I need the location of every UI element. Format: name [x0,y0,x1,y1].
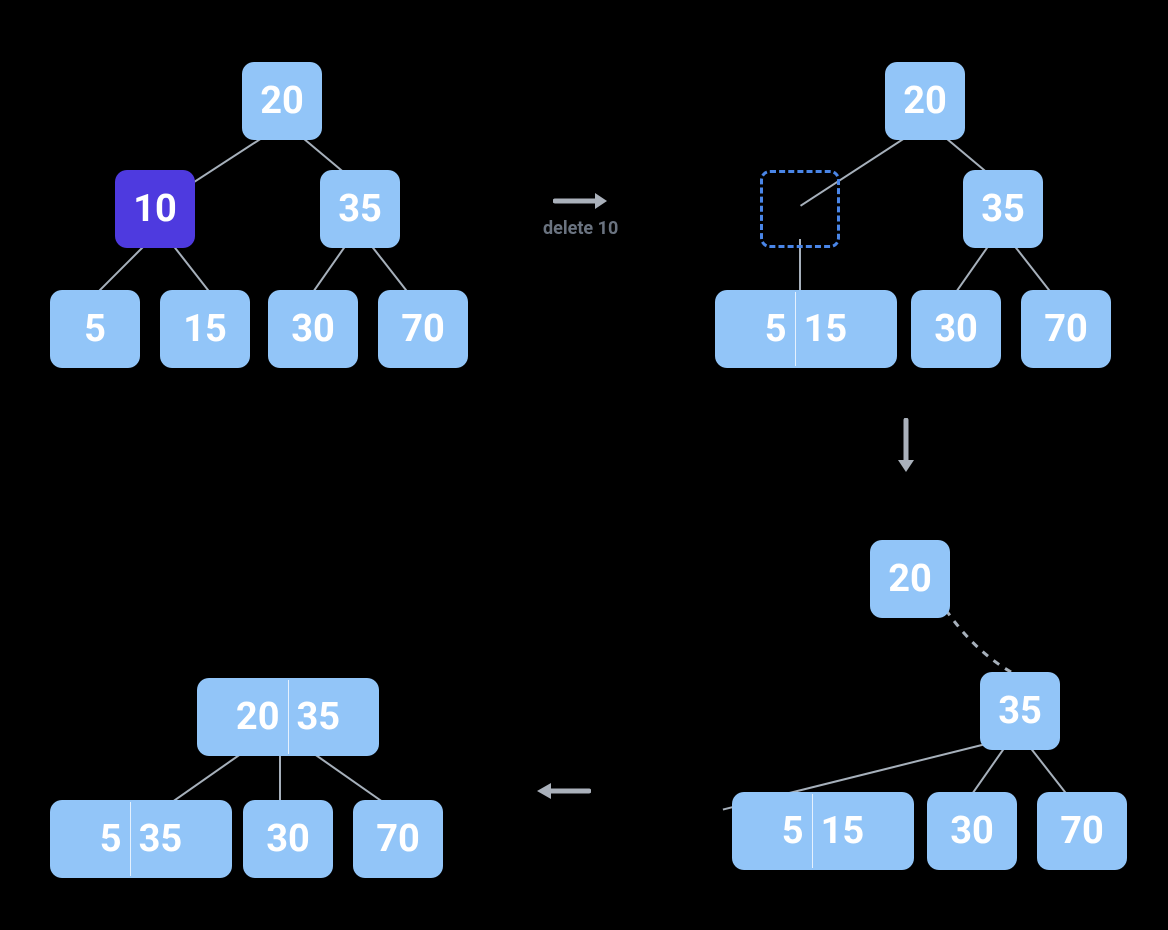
key: 20 [260,79,304,123]
key: 70 [401,307,445,351]
key-separator [288,680,289,754]
arrow-label: delete 10 [543,218,618,239]
tree4-leaf-right: 70 [353,800,443,878]
tree2-leaf-rr: 70 [1021,290,1111,368]
tree2-leaf-rl: 30 [911,290,1001,368]
tree1-leaf-rl: 30 [268,290,358,368]
key: 15 [804,307,848,351]
key: 5 [782,809,804,853]
tree2-removed-slot [760,170,840,248]
key: 5 [84,307,106,351]
key: 70 [1044,307,1088,351]
key: 20 [903,79,947,123]
tree1-leaf-ll: 5 [50,290,140,368]
tree1-leaf-lr: 15 [160,290,250,368]
tree4-root-merged: 20 35 [197,678,379,756]
key: 5 [765,307,787,351]
key-separator [130,802,131,876]
tree1-root: 20 [242,62,322,140]
tree1-left: 10 [115,170,195,248]
tree2-root: 20 [885,62,965,140]
key: 35 [297,695,341,739]
key: 35 [981,187,1025,231]
diagram-canvas: 20 10 35 5 15 30 70 delete 10 20 35 5 [0,0,1168,930]
tree1-right: 35 [320,170,400,248]
key-separator [812,794,813,868]
key: 10 [133,187,177,231]
tree3-merged-leaf-left: 5 15 [732,792,914,870]
key: 15 [821,809,865,853]
key: 35 [338,187,382,231]
tree4-leaf-left-merged: 5 35 [50,800,232,878]
key: 30 [950,809,994,853]
arrow-left-icon [535,780,591,802]
key-separator [795,292,796,366]
arrow-left [535,780,591,802]
key: 35 [998,689,1042,733]
key: 30 [291,307,335,351]
key: 15 [183,307,227,351]
arrow-down [895,418,917,478]
key: 30 [934,307,978,351]
tree2-right: 35 [963,170,1043,248]
key: 70 [1060,809,1104,853]
tree1-leaf-rr: 70 [378,290,468,368]
key: 20 [236,695,280,739]
tree4-leaf-mid: 30 [243,800,333,878]
key: 20 [888,557,932,601]
arrow-right-icon [553,190,609,212]
tree2-merged-leaf-left: 5 15 [715,290,897,368]
tree3-leaf-rl: 30 [927,792,1017,870]
tree3-root: 20 [870,540,950,618]
key: 5 [100,817,122,861]
key: 30 [266,817,310,861]
tree3-right: 35 [980,672,1060,750]
arrow-delete-10: delete 10 [543,190,618,239]
arrow-down-icon [895,418,917,474]
key: 35 [139,817,183,861]
key: 70 [376,817,420,861]
tree3-leaf-rr: 70 [1037,792,1127,870]
